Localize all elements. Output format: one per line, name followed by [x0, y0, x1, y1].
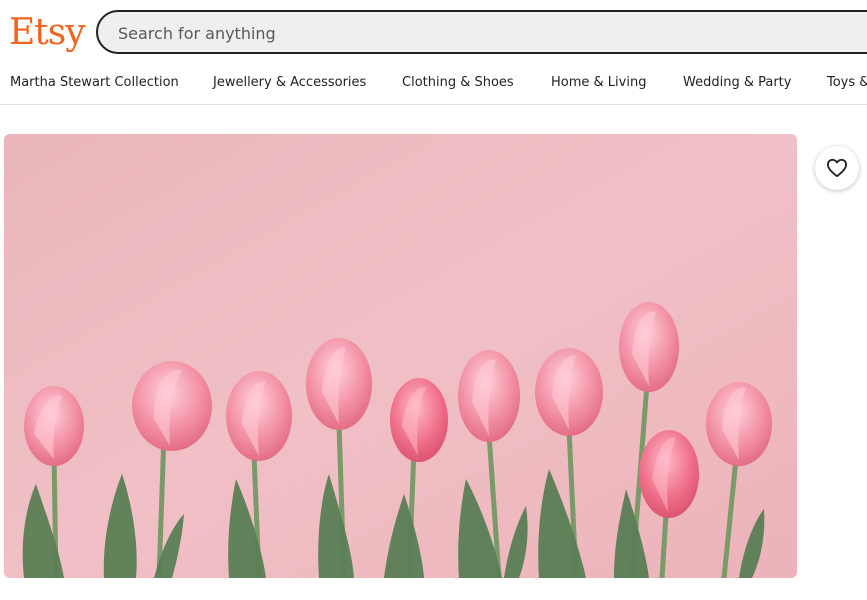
etsy-logo[interactable]: Etsy: [9, 10, 86, 56]
search-input[interactable]: [116, 12, 820, 54]
site-header: Etsy Martha Stewart Collection Jewellery…: [0, 0, 867, 105]
favorite-button[interactable]: [815, 146, 859, 190]
nav-item-clothing[interactable]: Clothing & Shoes: [402, 72, 514, 94]
nav-item-jewellery[interactable]: Jewellery & Accessories: [213, 72, 366, 94]
category-nav: Martha Stewart Collection Jewellery & Ac…: [0, 72, 867, 94]
search-bar[interactable]: [96, 10, 867, 54]
listing-image[interactable]: [4, 134, 797, 578]
tulips-photo: [4, 134, 797, 578]
nav-item-home-living[interactable]: Home & Living: [551, 72, 646, 94]
nav-item-wedding-party[interactable]: Wedding & Party: [683, 72, 791, 94]
nav-item-martha-stewart[interactable]: Martha Stewart Collection: [10, 72, 179, 94]
heart-outline-icon: [827, 158, 847, 178]
nav-item-toys[interactable]: Toys &: [827, 72, 867, 94]
